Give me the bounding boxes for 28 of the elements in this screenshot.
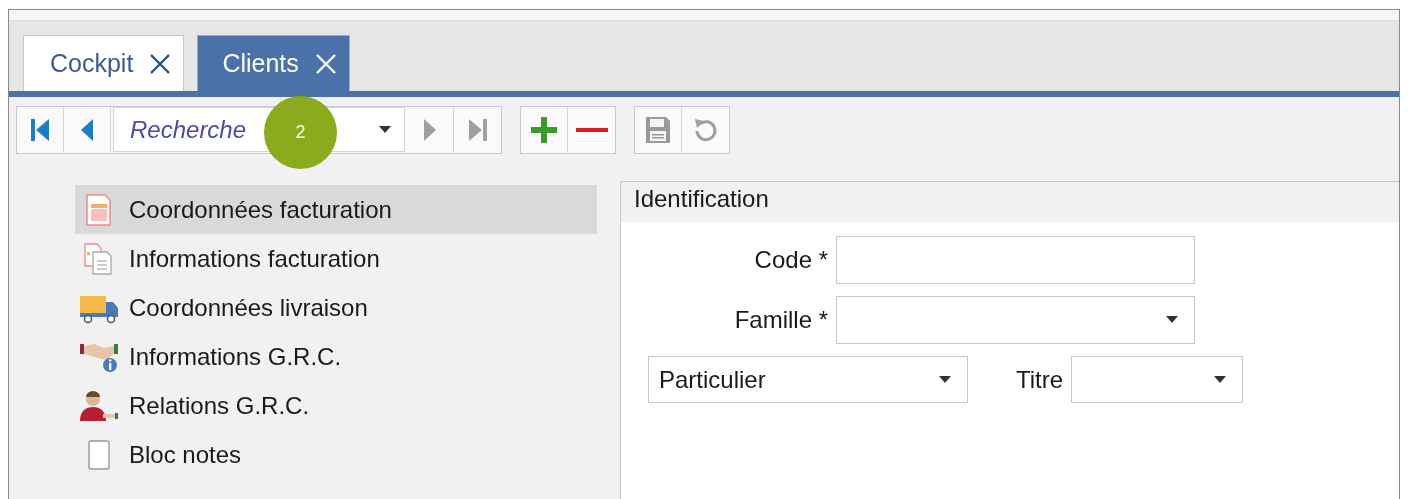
skip-last-icon bbox=[466, 116, 489, 143]
type-dropdown[interactable]: Particulier bbox=[648, 356, 968, 403]
sidebar-item[interactable]: Relations G.R.C. bbox=[75, 381, 597, 430]
previous-icon bbox=[79, 116, 95, 143]
field-label: Code * bbox=[753, 246, 828, 274]
dropdown-field[interactable] bbox=[836, 296, 1195, 344]
sidebar-item[interactable]: Informations facturation bbox=[75, 234, 597, 283]
tab[interactable]: Cockpit bbox=[23, 35, 185, 91]
sidebar-item[interactable]: Informations G.R.C. bbox=[75, 332, 597, 381]
skip-first-icon bbox=[29, 116, 51, 143]
field-label: Famille * bbox=[733, 306, 828, 334]
sidebar-item[interactable]: Coordonnées livraison bbox=[75, 283, 597, 332]
sidebar-item[interactable]: Coordonnées facturation bbox=[75, 185, 597, 234]
caret-icon bbox=[939, 375, 951, 384]
panel-title: Identification bbox=[621, 182, 1399, 222]
step-callout-tooltip: 2 bbox=[264, 96, 337, 169]
field-label: Titre bbox=[1016, 365, 1064, 394]
person-icon bbox=[79, 389, 119, 422]
title-dropdown[interactable] bbox=[1071, 356, 1244, 403]
sidebar-item[interactable]: Bloc notes bbox=[75, 430, 597, 479]
close-icon[interactable] bbox=[149, 52, 172, 75]
plus-icon bbox=[530, 115, 558, 144]
caret-icon bbox=[1166, 316, 1178, 324]
caret-icon bbox=[1214, 375, 1227, 384]
caret-icon bbox=[379, 126, 391, 134]
text-field[interactable] bbox=[836, 236, 1195, 284]
tab[interactable]: Clients bbox=[197, 35, 350, 91]
next-icon bbox=[422, 116, 438, 143]
